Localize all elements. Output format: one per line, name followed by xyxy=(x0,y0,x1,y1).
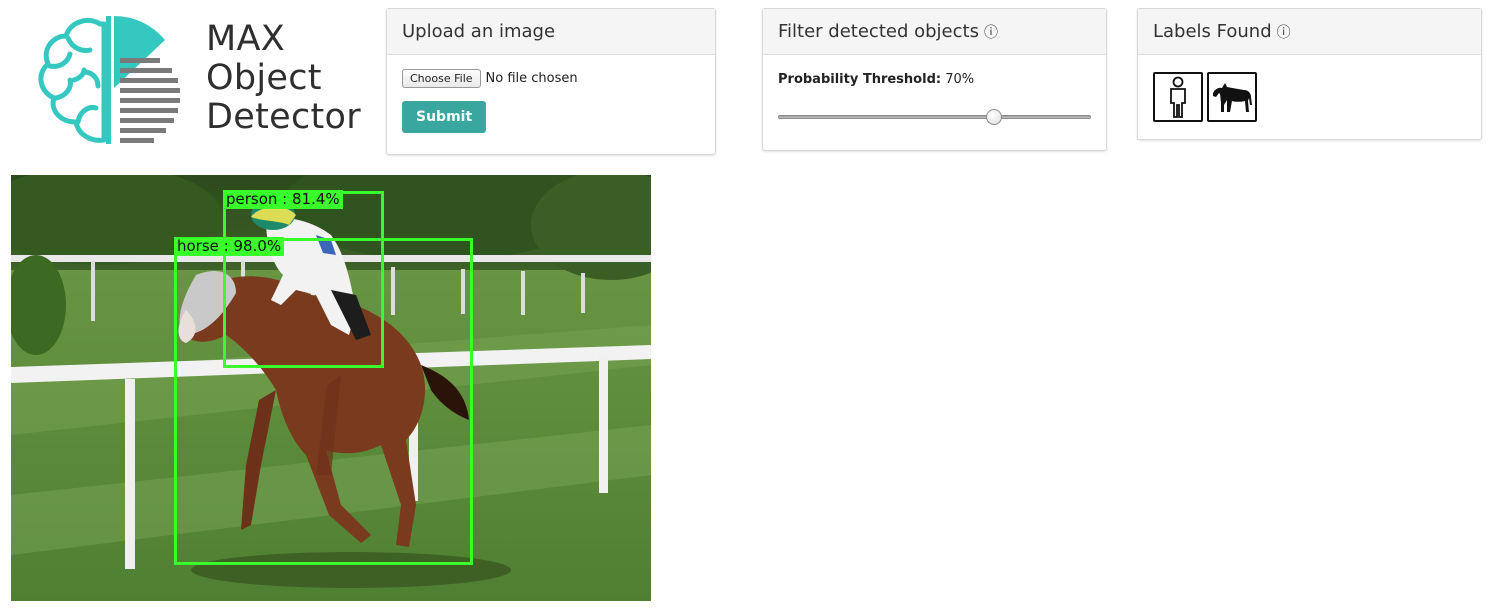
person-icon[interactable] xyxy=(1153,72,1203,122)
slider-track[interactable] xyxy=(778,115,1091,119)
filter-card-header: Filter detected objects ⓘ xyxy=(763,9,1106,55)
filter-card-title: Filter detected objects xyxy=(778,21,979,42)
app-logo: MAX Object Detector xyxy=(30,12,361,152)
choose-file-button[interactable]: Choose File xyxy=(402,69,481,88)
threshold-readout: Probability Threshold: 70% xyxy=(778,72,1091,87)
labels-card-header: Labels Found ⓘ xyxy=(1138,9,1481,55)
file-status-text: No file chosen xyxy=(485,71,578,86)
horse-detection-label: horse : 98.0% xyxy=(174,237,285,256)
labels-found-card: Labels Found ⓘ xyxy=(1137,8,1482,140)
threshold-label: Probability Threshold: xyxy=(778,72,942,87)
threshold-value: 70% xyxy=(945,72,975,87)
upload-card-title: Upload an image xyxy=(402,21,556,42)
detection-image: person : 81.4% horse : 98.0% xyxy=(11,175,651,601)
upload-card: Upload an image Choose File No file chos… xyxy=(386,8,716,155)
upload-card-body: Choose File No file chosen Submit xyxy=(387,55,715,147)
person-bounding-box xyxy=(223,191,384,368)
info-icon[interactable]: ⓘ xyxy=(984,22,998,42)
logo-line-1: MAX xyxy=(206,19,286,59)
logo-line-2: Object xyxy=(206,58,322,98)
brain-logo-icon xyxy=(38,15,180,144)
logo-text: MAX Object Detector xyxy=(206,20,361,137)
person-detection-label: person : 81.4% xyxy=(223,190,343,209)
filter-card: Filter detected objects ⓘ Probability Th… xyxy=(762,8,1107,151)
label-icon-list xyxy=(1153,72,1466,122)
info-icon[interactable]: ⓘ xyxy=(1277,22,1291,42)
file-input[interactable]: Choose File No file chosen xyxy=(402,69,700,88)
slider-handle[interactable] xyxy=(986,109,1002,125)
upload-card-header: Upload an image xyxy=(387,9,715,55)
logo-line-3: Detector xyxy=(206,97,361,137)
labels-card-body xyxy=(1138,55,1481,136)
filter-card-body: Probability Threshold: 70% xyxy=(763,55,1106,141)
horse-icon[interactable] xyxy=(1207,72,1257,122)
threshold-slider[interactable] xyxy=(778,107,1091,127)
submit-button[interactable]: Submit xyxy=(402,101,487,133)
labels-card-title: Labels Found xyxy=(1153,21,1272,42)
